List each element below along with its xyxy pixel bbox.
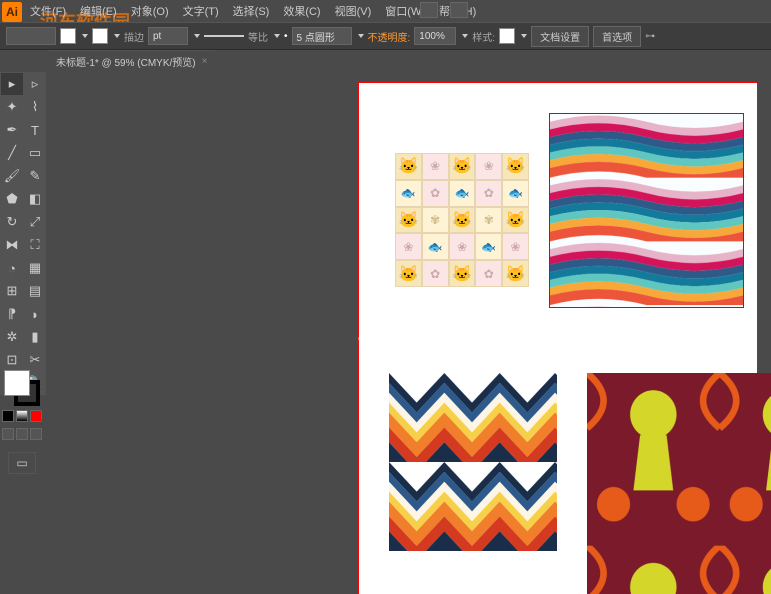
color-mode[interactable]: [2, 410, 14, 422]
shape-builder-tool[interactable]: ◔: [1, 257, 23, 279]
stroke-swatch[interactable]: [92, 28, 108, 44]
fill-dropdown-icon[interactable]: [82, 34, 88, 38]
document-tab[interactable]: 未标题-1* @ 59% (CMYK/预览) ×: [48, 50, 215, 72]
fill-stroke-indicator[interactable]: [4, 370, 42, 408]
draw-normal[interactable]: [2, 428, 14, 440]
placed-image-ornate[interactable]: [587, 373, 771, 594]
symbol-sprayer-tool[interactable]: ✲: [1, 326, 23, 348]
toolbox: ▸ ▹ ✦ ⌇ ✒ T ╱ ▭ 🖌 ✎ ⬟ ◧ ↻ ⤢ ⧓ ⛶ ◔ ▦ ⊞ ▤ …: [0, 72, 46, 395]
style-swatch[interactable]: [499, 28, 515, 44]
menu-view[interactable]: 视图(V): [329, 1, 378, 21]
pen-tool[interactable]: ✒: [1, 119, 23, 141]
slice-tool[interactable]: ✂: [24, 349, 46, 371]
direct-selection-tool[interactable]: ▹: [24, 73, 46, 95]
brush-field[interactable]: 5 点圆形: [292, 27, 352, 45]
menu-edit[interactable]: 编辑(E): [74, 1, 123, 21]
placed-image-cats[interactable]: 🐱❀🐱❀🐱 🐟✿🐟✿🐟 🐱✾🐱✾🐱 ❀🐟❀🐟❀ 🐱✿🐱✿🐱: [395, 153, 529, 287]
noselection-display: [6, 27, 56, 45]
eyedropper-tool[interactable]: ⁋: [1, 303, 23, 325]
menu-select[interactable]: 选择(S): [227, 1, 276, 21]
document-setup-button[interactable]: 文档设置: [531, 26, 589, 47]
brush-dropdown-icon[interactable]: [358, 34, 364, 38]
paintbrush-tool[interactable]: 🖌: [1, 165, 23, 187]
column-graph-tool[interactable]: ▮: [24, 326, 46, 348]
menubar: 文件(F) 编辑(E) 对象(O) 文字(T) 选择(S) 效果(C) 视图(V…: [24, 0, 482, 22]
blend-tool[interactable]: ◗: [24, 303, 46, 325]
profile-dropdown-icon[interactable]: [274, 34, 280, 38]
draw-behind[interactable]: [16, 428, 28, 440]
menu-effect[interactable]: 效果(C): [277, 1, 326, 21]
gradient-mode[interactable]: [16, 410, 28, 422]
none-mode[interactable]: [30, 410, 42, 422]
rectangle-tool[interactable]: ▭: [24, 142, 46, 164]
free-transform-tool[interactable]: ⛶: [24, 234, 46, 256]
stroke-profile-preview: [204, 35, 244, 37]
scale-tool[interactable]: ⤢: [24, 211, 46, 233]
style-dropdown-icon[interactable]: [521, 34, 527, 38]
width-tool[interactable]: ⧓: [1, 234, 23, 256]
document-tabs: 未标题-1* @ 59% (CMYK/预览) ×: [48, 50, 215, 72]
canvas-area[interactable]: 🐱❀🐱❀🐱 🐟✿🐟✿🐟 🐱✾🐱✾🐱 ❀🐟❀🐟❀ 🐱✿🐱✿🐱: [48, 72, 771, 594]
line-tool[interactable]: ╱: [1, 142, 23, 164]
layout-icon-1[interactable]: [420, 2, 438, 18]
screen-mode-button[interactable]: ▭: [8, 452, 36, 474]
menu-layout-icons: [420, 2, 468, 18]
lasso-tool[interactable]: ⌇: [24, 96, 46, 118]
opacity-field[interactable]: 100%: [414, 27, 456, 45]
fill-box[interactable]: [4, 370, 30, 396]
menu-object[interactable]: 对象(O): [125, 1, 175, 21]
draw-modes: [2, 428, 42, 440]
placed-image-waves[interactable]: [549, 113, 744, 308]
menu-file[interactable]: 文件(F): [24, 1, 72, 21]
blob-brush-tool[interactable]: ⬟: [1, 188, 23, 210]
type-tool[interactable]: T: [24, 119, 46, 141]
artboard-tool[interactable]: ⊡: [1, 349, 23, 371]
selection-tool[interactable]: ▸: [1, 73, 23, 95]
control-bar: 描边 pt 等比 • 5 点圆形 不透明度: 100% 样式: 文档设置 首选项…: [0, 22, 771, 50]
menu-type[interactable]: 文字(T): [177, 1, 225, 21]
opacity-dropdown-icon[interactable]: [462, 34, 468, 38]
pencil-tool[interactable]: ✎: [24, 165, 46, 187]
style-label: 样式:: [472, 29, 495, 44]
preferences-button[interactable]: 首选项: [593, 26, 641, 47]
rotate-tool[interactable]: ↻: [1, 211, 23, 233]
artboard: 🐱❀🐱❀🐱 🐟✿🐟✿🐟 🐱✾🐱✾🐱 ❀🐟❀🐟❀ 🐱✿🐱✿🐱: [358, 82, 758, 594]
app-icon: Ai: [2, 2, 22, 22]
magic-wand-tool[interactable]: ✦: [1, 96, 23, 118]
mesh-tool[interactable]: ⊞: [1, 280, 23, 302]
perspective-grid-tool[interactable]: ▦: [24, 257, 46, 279]
stroke-label: 描边: [124, 29, 144, 44]
tab-title: 未标题-1* @ 59% (CMYK/预览): [56, 54, 196, 69]
opacity-label: 不透明度:: [368, 29, 411, 44]
stroke-weight-field[interactable]: pt: [148, 27, 188, 45]
gradient-tool[interactable]: ▤: [24, 280, 46, 302]
placed-image-chevron[interactable]: [389, 373, 557, 551]
fill-swatch[interactable]: [60, 28, 76, 44]
layout-icon-2[interactable]: [450, 2, 468, 18]
draw-inside[interactable]: [30, 428, 42, 440]
color-mode-swatches: [2, 410, 42, 422]
profile-label: 等比: [248, 29, 268, 44]
eraser-tool[interactable]: ◧: [24, 188, 46, 210]
strokeweight-dropdown-icon[interactable]: [194, 34, 200, 38]
stroke-dropdown-icon[interactable]: [114, 34, 120, 38]
align-icon[interactable]: ⊶: [645, 31, 655, 42]
tab-close-icon[interactable]: ×: [202, 56, 208, 67]
